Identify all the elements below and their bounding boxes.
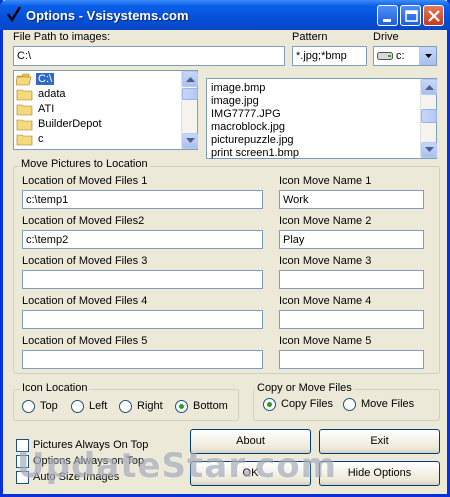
tree-item-label: BuilderDepot [38,118,102,130]
file-item[interactable]: IMG7777.JPG [211,108,281,121]
drive-label: Drive [373,31,399,43]
chevron-up-icon [425,85,434,90]
drive-icon [377,52,393,60]
tree-item-label: ATI [38,103,55,115]
radio-left[interactable] [71,400,84,413]
folder-icon [16,104,33,116]
radio-move-files-label[interactable]: Move Files [361,398,414,410]
file-list[interactable]: image.bmp image.jpg IMG7777.JPG macroblo… [206,78,437,159]
move-pictures-group-title: Move Pictures to Location [19,158,150,170]
checkbox-options-on-top-label[interactable]: Options Always on Top [33,455,144,467]
checkbox-auto-size[interactable] [16,471,29,484]
chevron-down-icon [425,147,434,152]
location-label: Location of Moved Files 5 [22,335,148,347]
scroll-up-button[interactable] [421,79,437,95]
chevron-up-icon [186,77,195,82]
folder-icon [16,119,33,131]
window-title: Options - Vsisystems.com [26,8,189,23]
about-button-label: About [236,435,265,447]
hide-options-button[interactable]: Hide Options [319,461,440,486]
radio-copy-files-label[interactable]: Copy Files [281,398,333,410]
file-list-scrollbar[interactable] [420,79,437,158]
file-item[interactable]: print screen1.bmp [211,147,299,160]
drive-dropdown-button[interactable] [419,47,436,65]
file-item[interactable]: image.bmp [211,82,265,95]
icon-name-label: Icon Move Name 5 [279,335,372,347]
checkbox-options-on-top[interactable] [16,455,29,468]
radio-right-label[interactable]: Right [137,400,163,412]
radio-bottom[interactable] [175,400,188,413]
icon-name-input-3[interactable] [279,270,424,289]
file-path-label: File Path to images: [13,31,111,43]
close-icon [428,10,440,22]
drive-value: c: [396,50,405,62]
maximize-button[interactable] [400,5,421,26]
location-label: Location of Moved Files 1 [22,175,148,187]
open-folder-icon [16,73,32,86]
close-button[interactable] [423,5,444,26]
icon-name-input-5[interactable] [279,350,424,369]
icon-name-label: Icon Move Name 2 [279,215,372,227]
tree-item-label: C:\ [36,73,55,85]
scroll-thumb[interactable] [421,109,437,123]
options-window: Options - Vsisystems.com File Path to im… [0,0,450,497]
title-bar[interactable]: Options - Vsisystems.com [0,0,450,30]
checkbox-pictures-on-top[interactable] [16,439,29,452]
minimize-button[interactable] [377,5,398,26]
pattern-label: Pattern [292,31,328,43]
icon-name-input-2[interactable]: Play [279,230,424,249]
about-button[interactable]: About [190,429,311,454]
radio-copy-files[interactable] [263,398,276,411]
file-item[interactable]: picturepuzzle.jpg [211,134,294,147]
radio-top-label[interactable]: Top [40,400,58,412]
icon-location-group-title: Icon Location [20,382,90,394]
maximize-icon [405,10,418,22]
file-path-input[interactable]: C:\ [13,46,285,66]
ok-button[interactable]: OK [190,461,311,486]
scroll-down-button[interactable] [182,133,198,149]
file-item[interactable]: macroblock.jpg [211,121,285,134]
radio-bottom-label[interactable]: Bottom [193,400,228,412]
tree-item-label: adata [38,88,66,100]
icon-name-input-1[interactable]: Work [279,190,424,209]
ok-button-label: OK [242,467,259,479]
location-label: Location of Moved Files 3 [22,255,148,267]
location-input-1[interactable]: c:\temp1 [22,190,263,209]
checkbox-pictures-on-top-label[interactable]: Pictures Always On Top [33,439,148,451]
location-input-5[interactable] [22,350,263,369]
drive-select[interactable]: c: [373,46,437,66]
file-item[interactable]: image.jpg [211,95,259,108]
tree-item-label: c [38,133,44,145]
icon-name-label: Icon Move Name 3 [279,255,372,267]
location-label: Location of Moved Files 4 [22,295,148,307]
directory-tree[interactable]: C:\ adata ATI BuilderDepot c [13,70,198,150]
exit-button[interactable]: Exit [319,429,440,454]
folder-icon [16,134,33,146]
exit-button-label: Exit [370,435,389,447]
scroll-up-button[interactable] [182,71,198,87]
location-input-4[interactable] [22,310,263,329]
radio-left-label[interactable]: Left [89,400,107,412]
scroll-thumb[interactable] [182,88,198,100]
pattern-input[interactable]: *.jpg;*bmp [292,46,367,66]
minimize-icon [383,19,391,22]
radio-move-files[interactable] [343,398,356,411]
copy-move-group-title: Copy or Move Files [255,382,354,394]
tree-scrollbar[interactable] [181,71,198,149]
chevron-down-icon [425,54,432,58]
scroll-down-button[interactable] [421,142,437,158]
folder-icon [16,89,33,101]
icon-name-label: Icon Move Name 4 [279,295,372,307]
checkbox-auto-size-label[interactable]: Auto Size Images [33,471,119,483]
location-label: Location of Moved Files2 [22,215,145,227]
location-input-2[interactable]: c:\temp2 [22,230,263,249]
icon-name-label: Icon Move Name 1 [279,175,372,187]
chevron-down-icon [186,138,195,143]
radio-top[interactable] [22,400,35,413]
checkmark-icon [7,6,22,23]
hide-options-button-label: Hide Options [347,467,412,479]
icon-name-input-4[interactable] [279,310,424,329]
radio-right[interactable] [119,400,132,413]
location-input-3[interactable] [22,270,263,289]
